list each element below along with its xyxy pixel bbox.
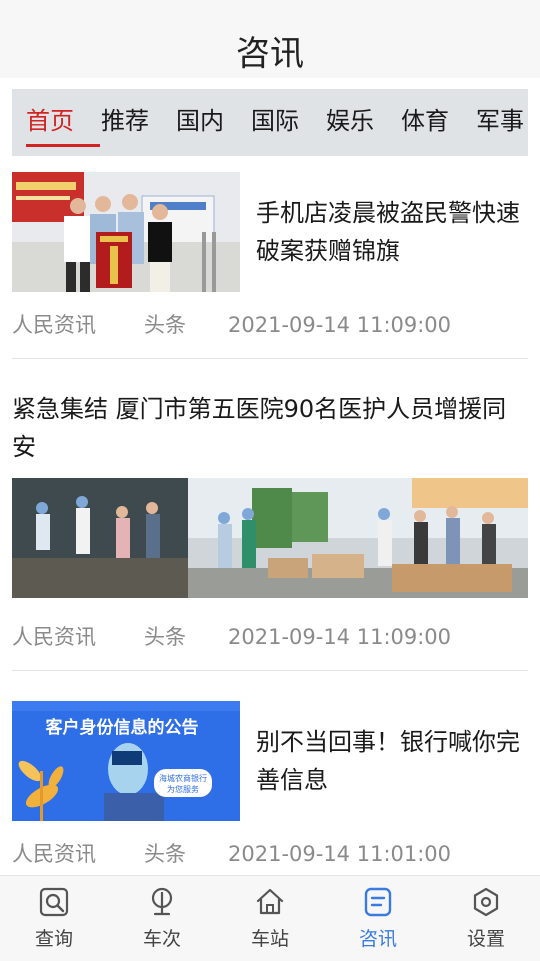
news-thumbnail: 客户身份信息的公告 海城农商银行 为您服务 (12, 701, 240, 821)
thumbnail-subtext: 海城农商银行 (159, 773, 207, 783)
tab-recommended[interactable]: 推荐 (101, 89, 149, 156)
news-time: 2021-09-14 11:01:00 (228, 842, 452, 866)
tab-international[interactable]: 国际 (251, 89, 299, 156)
tab-label: 娱乐 (326, 107, 374, 135)
home-icon (256, 888, 284, 915)
tab-label: 军事 (476, 107, 524, 135)
news-thumbnail (12, 172, 240, 292)
tab-active-indicator (26, 144, 100, 147)
tab-label: 国内 (176, 107, 224, 135)
news-tag: 头条 (144, 313, 186, 337)
divider (12, 358, 528, 359)
news-tag: 头条 (144, 625, 186, 649)
train-icon (151, 887, 173, 916)
news-source: 人民资讯 (12, 625, 96, 649)
news-item[interactable]: 客户身份信息的公告 海城农商银行 为您服务 别不当回事！银行喊你完善信息 人民资… (12, 701, 528, 871)
category-tabs: 首页 推荐 国内 国际 娱乐 体育 军事 (12, 89, 528, 156)
nav-trains[interactable]: 车次 (108, 876, 216, 961)
news-title: 手机店凌晨被盗民警快速破案获赠锦旗 (256, 199, 520, 265)
news-tag: 头条 (144, 842, 186, 866)
thumbnail-caption: 客户身份信息的公告 (45, 717, 199, 738)
page-title: 咨讯 (236, 34, 304, 74)
nav-settings[interactable]: 设置 (432, 876, 540, 961)
news-title: 紧急集结 厦门市第五医院90名医护人员增援同安 (12, 395, 507, 461)
nav-query[interactable]: 查询 (0, 876, 108, 961)
news-meta: 人民资讯 头条 2021-09-14 11:09:00 (12, 310, 451, 340)
nav-label: 车次 (142, 928, 181, 950)
news-icon (364, 887, 392, 917)
tab-home[interactable]: 首页 (26, 89, 100, 156)
news-time: 2021-09-14 11:09:00 (228, 313, 452, 337)
tab-entertainment[interactable]: 娱乐 (326, 89, 374, 156)
tab-sports[interactable]: 体育 (401, 89, 449, 156)
tab-label: 推荐 (101, 107, 149, 135)
tab-label: 国际 (251, 107, 299, 135)
nav-label: 设置 (466, 928, 505, 950)
tab-military[interactable]: 军事 (476, 89, 524, 156)
news-item[interactable]: 手机店凌晨被盗民警快速破案获赠锦旗 人民资讯 头条 2021-09-14 11:09… (12, 172, 528, 342)
thumbnail-subtext: 为您服务 (167, 784, 199, 794)
tab-domestic[interactable]: 国内 (176, 89, 224, 156)
tab-label: 体育 (401, 107, 449, 135)
tab-label: 首页 (26, 107, 74, 135)
news-meta: 人民资讯 头条 2021-09-14 11:09:00 (12, 622, 451, 652)
news-source: 人民资讯 (12, 842, 96, 866)
news-time: 2021-09-14 11:09:00 (228, 625, 452, 649)
news-item[interactable]: 紧急集结 厦门市第五医院90名医护人员增援同安 人民资讯 头条 2021-09-… (12, 390, 528, 656)
nav-stations[interactable]: 车站 (216, 876, 324, 961)
bottom-nav: 查询 车次 车站 咨讯 设置 (0, 875, 540, 961)
divider (12, 670, 528, 671)
news-title: 别不当回事！银行喊你完善信息 (256, 728, 520, 794)
nav-label: 查询 (34, 928, 73, 950)
news-meta: 人民资讯 头条 2021-09-14 11:01:00 (12, 839, 451, 869)
news-image (12, 478, 528, 598)
nav-news[interactable]: 咨讯 (324, 876, 432, 961)
nav-label: 咨讯 (358, 928, 397, 950)
search-icon (39, 887, 69, 917)
settings-icon (473, 887, 499, 917)
app-header: 咨讯 (0, 0, 540, 78)
nav-label: 车站 (250, 928, 289, 950)
news-source: 人民资讯 (12, 313, 96, 337)
